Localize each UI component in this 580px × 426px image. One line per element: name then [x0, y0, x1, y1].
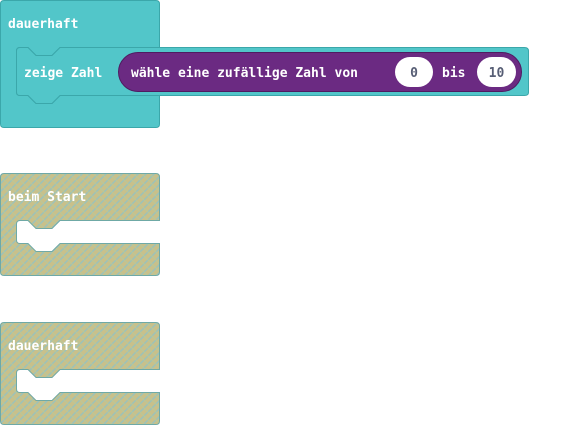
on-start-block-disabled[interactable]: beim Start: [0, 173, 160, 276]
random-number-label: wähle eine zufällige Zahl von: [131, 66, 358, 81]
forever-disabled-label: dauerhaft: [8, 339, 78, 354]
show-number-label: zeige Zahl: [24, 66, 102, 81]
from-number-value: 0: [410, 66, 418, 81]
forever-block[interactable]: dauerhaft zeige Zahl wähle eine zufällig…: [0, 0, 529, 128]
forever-label: dauerhaft: [8, 17, 78, 32]
blocks-workspace[interactable]: dauerhaft zeige Zahl wähle eine zufällig…: [0, 0, 580, 426]
blocks-canvas[interactable]: dauerhaft zeige Zahl wähle eine zufällig…: [0, 0, 580, 426]
random-number-reporter[interactable]: wähle eine zufällige Zahl von 0 bis 10: [118, 52, 522, 92]
on-start-block-shape[interactable]: [0, 173, 160, 276]
to-number-value: 10: [489, 66, 505, 81]
forever-block-disabled[interactable]: dauerhaft: [0, 322, 160, 425]
show-number-block[interactable]: zeige Zahl wähle eine zufällige Zahl von…: [16, 47, 529, 104]
on-start-label: beim Start: [8, 190, 86, 205]
to-label: bis: [442, 66, 465, 81]
forever-block-disabled-shape[interactable]: [0, 322, 160, 425]
